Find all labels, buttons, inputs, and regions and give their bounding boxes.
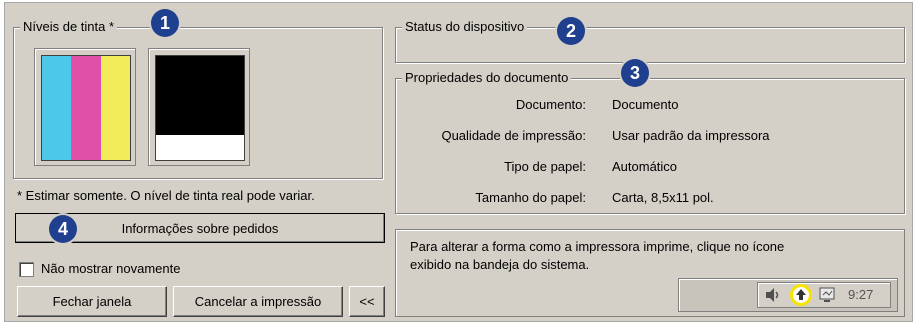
tray-hint-line-2: exibido na bandeja do sistema. (410, 257, 590, 272)
black-ink-bar (156, 56, 244, 136)
collapse-button[interactable]: << (349, 286, 385, 317)
yellow-ink-bar (101, 56, 130, 160)
dont-show-again-checkbox[interactable] (19, 262, 34, 277)
ink-estimate-note: * Estimar somente. O nível de tinta real… (17, 188, 315, 203)
color-cartridge (41, 55, 131, 161)
device-status-title: Status do dispositivo (402, 19, 528, 35)
dont-show-again-label[interactable]: Não mostrar novamente (41, 261, 180, 277)
collapse-label: << (359, 294, 375, 309)
cancel-print-label: Cancelar a impressão (194, 294, 322, 309)
close-window-label: Fechar janela (52, 294, 132, 309)
cyan-ink-bar (42, 56, 71, 160)
callout-badge-1: 1 (151, 9, 179, 37)
property-label: Tipo de papel: (504, 159, 586, 174)
black-cartridge (155, 55, 245, 161)
speaker-icon[interactable] (764, 286, 782, 304)
callout-badge-2: 2 (557, 17, 585, 45)
system-tray: 9:27 (678, 278, 898, 312)
tray-hint-panel: Para alterar a forma como a impressora i… (395, 229, 905, 317)
property-value: Automático (612, 159, 678, 174)
printer-tray-icon[interactable] (790, 284, 812, 306)
magenta-ink-bar (71, 56, 101, 160)
property-label: Documento: (515, 97, 586, 112)
document-properties-title: Propriedades do documento (402, 70, 572, 86)
property-value: Usar padrão da impressora (612, 128, 770, 143)
order-info-button-label: Informações sobre pedidos (121, 220, 279, 236)
tray-hint-line-1: Para alterar a forma como a impressora i… (410, 239, 785, 254)
document-properties-group: Propriedades do documento Documento: Doc… (395, 70, 905, 214)
device-status-group: Status do dispositivo (395, 19, 905, 63)
printer-status-window: Níveis de tinta * 1 * Estimar somente. O… (4, 2, 913, 322)
close-window-button[interactable]: Fechar janela (17, 286, 167, 317)
black-cartridge-frame (148, 48, 250, 166)
cancel-print-button[interactable]: Cancelar a impressão (173, 286, 343, 317)
property-value: Carta, 8,5x11 pol. (612, 190, 714, 205)
color-cartridge-frame (34, 48, 136, 166)
monitor-icon[interactable] (818, 286, 836, 304)
property-value: Documento (612, 97, 679, 112)
tray-icons-area: 9:27 (757, 282, 891, 308)
ink-levels-title: Níveis de tinta * (20, 19, 118, 35)
callout-badge-3: 3 (621, 59, 649, 87)
property-label: Tamanho do papel: (475, 190, 586, 205)
callout-badge-4: 4 (49, 215, 77, 243)
property-label: Qualidade de impressão: (441, 128, 586, 143)
tray-clock[interactable]: 9:27 (848, 286, 873, 304)
ink-levels-group: Níveis de tinta * (13, 19, 383, 179)
